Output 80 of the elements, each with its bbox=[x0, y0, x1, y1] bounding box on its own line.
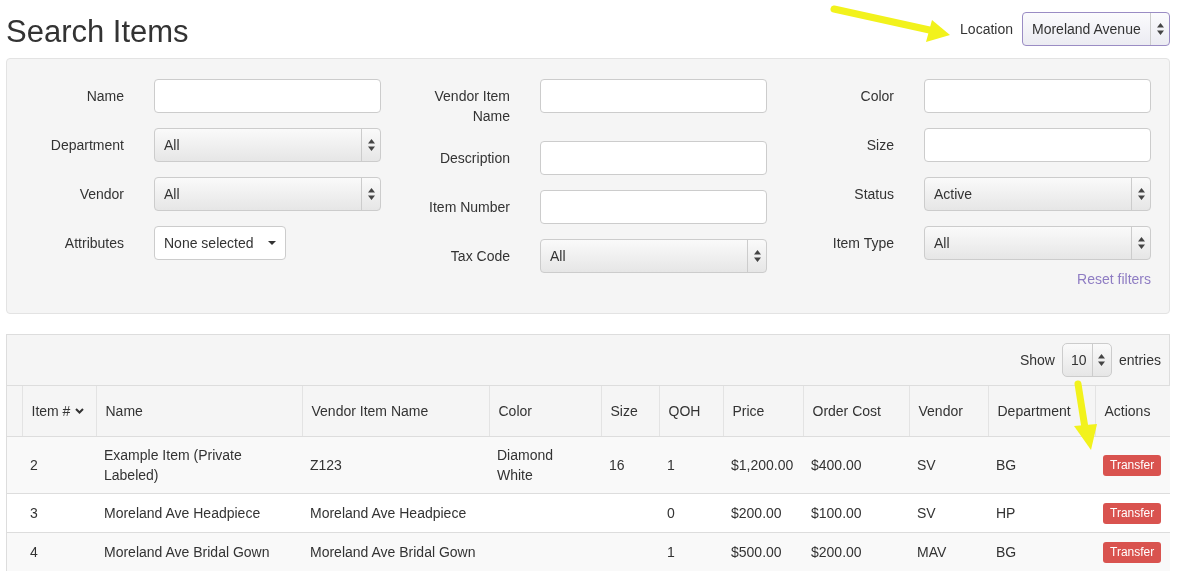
column-header[interactable]: Order Cost bbox=[803, 385, 909, 437]
table-cell: $500.00 bbox=[723, 532, 803, 571]
select-field[interactable]: All bbox=[154, 177, 381, 211]
up-down-arrows-icon bbox=[367, 188, 375, 200]
table-cell: $400.00 bbox=[803, 436, 909, 494]
filter-label: Vendor Item Name bbox=[433, 87, 510, 126]
annotation-arrow bbox=[1074, 380, 1097, 450]
entries-select[interactable]: 10 bbox=[1061, 343, 1112, 377]
entries-label: entries bbox=[1118, 352, 1161, 368]
column-header[interactable]: Price bbox=[723, 385, 803, 437]
location-label: Location bbox=[960, 20, 1013, 37]
select-field[interactable]: Active bbox=[924, 177, 1151, 211]
table-cell: $200.00 bbox=[803, 532, 909, 571]
up-down-arrows-icon bbox=[1156, 22, 1164, 35]
column-header[interactable]: Actions bbox=[1095, 385, 1170, 437]
table-cell: 2 bbox=[22, 436, 96, 494]
text-field[interactable] bbox=[924, 128, 1151, 162]
table-cell: HP bbox=[988, 493, 1095, 533]
table-cell: Moreland Ave Bridal Gown bbox=[96, 532, 302, 571]
select-field[interactable]: All bbox=[154, 128, 381, 162]
table-cell: 16 bbox=[601, 436, 659, 494]
column-header[interactable]: Vendor bbox=[909, 385, 988, 437]
transfer-button[interactable]: Transfer bbox=[1103, 503, 1162, 524]
text-field[interactable] bbox=[540, 141, 767, 175]
column-header[interactable]: Size bbox=[601, 385, 659, 437]
table-cell: Moreland Ave Bridal Gown bbox=[302, 532, 489, 571]
text-field[interactable] bbox=[154, 79, 381, 113]
table-cell: 0 bbox=[659, 493, 723, 533]
chevron-down-icon bbox=[75, 408, 85, 414]
show-label: Show bbox=[1019, 352, 1055, 368]
filter-label: Description bbox=[439, 149, 510, 168]
filter-label: Department bbox=[50, 136, 124, 155]
column-header[interactable]: QOH bbox=[659, 385, 723, 437]
select-field[interactable]: All bbox=[540, 239, 767, 273]
table-cell: Moreland Ave Headpiece bbox=[302, 493, 489, 533]
table-cell: Moreland Ave Headpiece bbox=[96, 493, 302, 533]
filter-label: Item Number bbox=[429, 198, 510, 217]
page-title: Search Items bbox=[6, 14, 189, 50]
column-header[interactable]: Department bbox=[988, 385, 1095, 437]
filter-label: Vendor bbox=[79, 185, 124, 204]
table-cell: SV bbox=[909, 493, 988, 533]
filter-label: Attributes bbox=[64, 234, 124, 253]
table-cell: $100.00 bbox=[803, 493, 909, 533]
table-cell: BG bbox=[988, 532, 1095, 571]
table-cell: 3 bbox=[22, 493, 96, 533]
filter-label: Color bbox=[860, 87, 894, 106]
up-down-arrows-icon bbox=[1137, 188, 1145, 200]
table-cell: SV bbox=[909, 436, 988, 494]
up-down-arrows-icon bbox=[753, 250, 761, 262]
table-cell: 1 bbox=[659, 532, 723, 571]
transfer-button[interactable]: Transfer bbox=[1103, 455, 1162, 476]
table-cell: 4 bbox=[22, 532, 96, 571]
select-field[interactable]: All bbox=[924, 226, 1151, 260]
table-cell: Diamond White bbox=[489, 436, 601, 494]
text-field[interactable] bbox=[540, 190, 767, 224]
table-cell: $200.00 bbox=[723, 493, 803, 533]
up-down-arrows-icon bbox=[1098, 354, 1106, 366]
table-cell: BG bbox=[988, 436, 1095, 494]
table-cell: Z123 bbox=[302, 436, 489, 494]
text-field[interactable] bbox=[924, 79, 1151, 113]
column-header[interactable]: Item # bbox=[22, 385, 96, 437]
filter-label: Tax Code bbox=[450, 247, 510, 266]
caret-icon bbox=[267, 241, 276, 245]
filter-label: Status bbox=[854, 185, 894, 204]
text-field[interactable] bbox=[540, 79, 767, 113]
column-header[interactable]: Name bbox=[96, 385, 302, 437]
table-cell: MAV bbox=[909, 532, 988, 571]
column-header[interactable]: Color bbox=[489, 385, 601, 437]
location-select[interactable]: Moreland Avenue bbox=[1022, 11, 1170, 46]
table-cell: $1,200.00 bbox=[723, 436, 803, 494]
filter-label: Name bbox=[86, 87, 124, 106]
filter-label: Item Type bbox=[832, 234, 894, 253]
table-cell: Example Item (Private Labeled) bbox=[96, 436, 302, 494]
up-down-arrows-icon bbox=[367, 139, 375, 151]
multiselect-dropdown[interactable]: None selected bbox=[154, 226, 286, 260]
column-header[interactable]: Vendor Item Name bbox=[302, 385, 489, 437]
table-cell: 1 bbox=[659, 436, 723, 494]
filter-label: Size bbox=[866, 136, 894, 155]
transfer-button[interactable]: Transfer bbox=[1103, 542, 1162, 563]
up-down-arrows-icon bbox=[1137, 237, 1145, 249]
